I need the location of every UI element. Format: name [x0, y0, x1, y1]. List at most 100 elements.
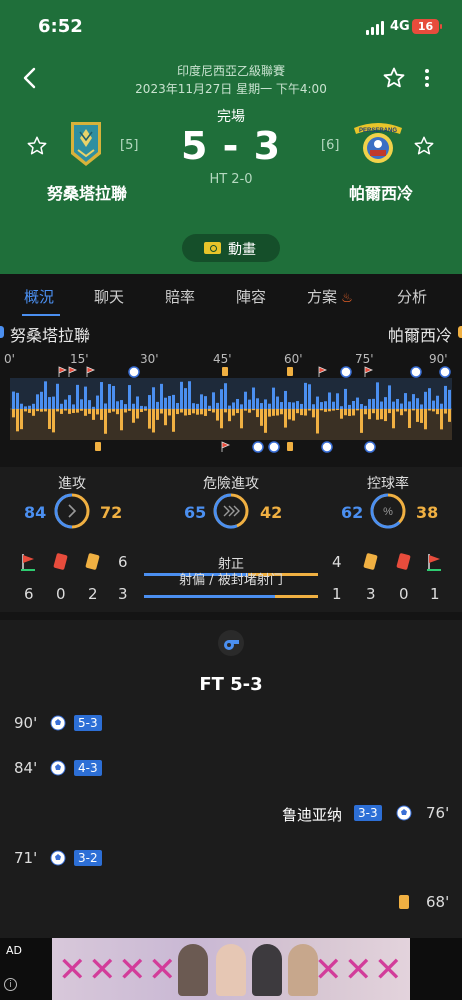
- momentum-away-bar: [288, 409, 291, 420]
- goal-ball-icon: [50, 760, 66, 776]
- momentum-home-bar: [300, 403, 303, 409]
- possession-label: 控球率: [367, 476, 409, 492]
- ad-info-icon[interactable]: i: [4, 978, 17, 991]
- animation-button[interactable]: 動畫: [182, 234, 280, 262]
- momentum-away-bar: [52, 409, 55, 433]
- away-red-card-icon: [396, 552, 411, 571]
- momentum-away-bar: [320, 409, 323, 411]
- momentum-home-bar: [280, 402, 283, 409]
- momentum-away-bar: [372, 409, 375, 414]
- tab-analysis[interactable]: 分析: [397, 286, 427, 307]
- momentum-home-bar: [196, 403, 199, 409]
- momentum-home-bar: [228, 405, 231, 409]
- timeline-card-marker: [287, 367, 293, 376]
- shots-off-home: 3: [118, 585, 128, 603]
- momentum-home-bar: [356, 397, 359, 409]
- momentum-away-bar: [96, 409, 99, 415]
- full-time-label: FT 5-3: [199, 674, 263, 695]
- momentum-away-bar: [264, 409, 267, 433]
- dangerous-attack-ring: [213, 493, 249, 529]
- signal-icon: [366, 21, 386, 35]
- momentum-home-bar: [84, 386, 87, 409]
- attack-label: 進攻: [58, 476, 86, 492]
- timeline-goal-marker: [340, 366, 352, 378]
- momentum-teams: 努桑塔拉聯 帕爾西冷: [0, 320, 462, 345]
- momentum-away-bar: [344, 409, 347, 416]
- timeline-corner-marker: [68, 366, 78, 377]
- star-icon[interactable]: [382, 66, 406, 90]
- momentum-away-bar: [248, 409, 251, 413]
- timeline-goal-marker: [321, 441, 333, 453]
- momentum-home-bar: [160, 383, 163, 409]
- momentum-home-bar: [56, 383, 59, 409]
- momentum-home-bar: [408, 401, 411, 409]
- momentum-away-bar: [180, 409, 183, 413]
- momentum-home-bar: [16, 392, 19, 409]
- timeline-corner-marker: [221, 441, 231, 452]
- home-team-name[interactable]: 努桑塔拉聯: [34, 180, 140, 204]
- momentum-home-bar: [104, 403, 107, 409]
- momentum-home-bar: [96, 395, 99, 409]
- momentum-home-bar: [44, 381, 47, 409]
- whistle-icon: [218, 630, 244, 656]
- momentum-away-bar: [104, 409, 107, 434]
- momentum-away-bar: [364, 409, 367, 415]
- away-color-dot: [458, 326, 462, 338]
- momentum-away-bar: [396, 409, 399, 412]
- more-vertical-icon[interactable]: [420, 66, 434, 92]
- tab-lineups[interactable]: 陣容: [236, 286, 266, 307]
- momentum-away-bar: [20, 409, 23, 430]
- momentum-away-bar: [436, 409, 439, 415]
- ad-banner[interactable]: ✕ ✕ ✕ ✕ ✕ ✕ ✕: [52, 938, 410, 1000]
- momentum-away-bar: [432, 409, 435, 412]
- dangerous-attack-away: 42: [260, 503, 283, 522]
- tab-overview[interactable]: 概況: [24, 286, 54, 307]
- momentum-away-bar: [56, 409, 59, 412]
- momentum-away-bar: [188, 409, 191, 415]
- momentum-home-bar: [288, 402, 291, 409]
- momentum-home-bar: [248, 399, 251, 409]
- momentum-home-bar: [164, 397, 167, 409]
- momentum-home-bar: [36, 394, 39, 409]
- momentum-home-bar: [176, 403, 179, 409]
- tab-odds[interactable]: 賠率: [165, 286, 195, 307]
- momentum-home-bar: [236, 398, 239, 409]
- event-player[interactable]: 鲁迪亚纳: [282, 804, 342, 825]
- tab-tips[interactable]: 方案 ♨: [307, 286, 353, 307]
- momentum-home-bar: [192, 403, 195, 409]
- momentum-away-bar: [368, 409, 371, 420]
- momentum-away-bar: [228, 409, 231, 422]
- attack-ring: [54, 493, 90, 529]
- momentum-away-bar: [408, 409, 411, 429]
- event-score: 5-3: [74, 715, 102, 731]
- momentum-away-bar: [296, 409, 299, 414]
- momentum-home-bar: [392, 401, 395, 409]
- momentum-away-bar: [232, 409, 235, 416]
- momentum-away-bar: [420, 409, 423, 423]
- momentum-away-bar: [416, 409, 419, 422]
- momentum-away-bar: [412, 409, 415, 411]
- momentum-home-bar: [348, 404, 351, 409]
- momentum-away-bar: [376, 409, 379, 420]
- momentum-away-bar: [100, 409, 103, 420]
- momentum-home-bar: [376, 382, 379, 409]
- away-team-logo[interactable]: PERSERANG: [350, 120, 406, 168]
- momentum-home-bar: [156, 401, 159, 409]
- momentum-home-bar: [336, 393, 339, 409]
- home-red-card-icon: [53, 552, 68, 571]
- momentum-away-bar: [256, 409, 259, 418]
- momentum-home-bar: [344, 388, 347, 409]
- momentum-away-bar: [144, 409, 147, 411]
- momentum-home-bar: [112, 385, 115, 409]
- dangerous-attack-home: 65: [184, 503, 207, 522]
- momentum-home-bar: [208, 405, 211, 409]
- tab-chat[interactable]: 聊天: [94, 286, 124, 307]
- momentum-away-bar: [280, 409, 283, 415]
- momentum-away-bar: [384, 409, 387, 422]
- momentum-away-bar: [216, 409, 219, 421]
- momentum-away-bar: [40, 409, 43, 412]
- match-events: FT 5-3 90' 5-3 84' 4-3 鲁迪亚纳 3-3 76' 71' …: [0, 620, 462, 938]
- momentum-away-bar: [448, 409, 451, 422]
- shots-on-target-home: 6: [118, 553, 128, 571]
- away-team-name[interactable]: 帕爾西冷: [328, 180, 434, 204]
